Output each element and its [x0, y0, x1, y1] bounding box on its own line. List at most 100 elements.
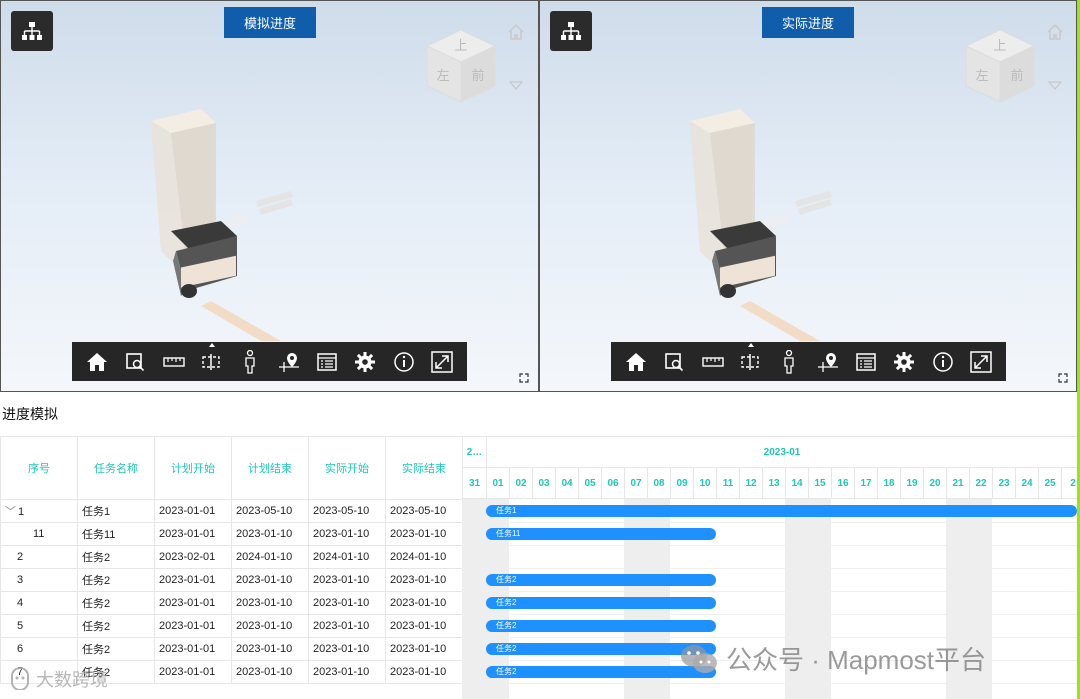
cell-actual-end: 2024-01-10 [385, 545, 463, 569]
day-label: 23 [992, 468, 1015, 499]
cell-actual-end: 2023-05-10 [385, 499, 463, 523]
table-row[interactable]: 3 任务2 2023-01-01 2023-01-10 2023-01-10 2023-0… [0, 568, 463, 592]
cell-task-name: 任务2 [77, 614, 155, 638]
day-label: 08 [647, 468, 670, 499]
cell-task-name: 任务2 [77, 545, 155, 569]
cell-actual-end: 2023-01-10 [385, 591, 463, 615]
section-box-icon[interactable] [662, 350, 686, 374]
task-table: 序号 任务名称 计划开始 计划结束 实际开始 实际结束 ﹀ 1 任务1 2023-01… [0, 436, 463, 684]
day-label: 17 [854, 468, 877, 499]
list-panel-icon[interactable] [854, 350, 878, 374]
table-row[interactable]: 2 任务2 2023-02-01 2024-01-10 2024-01-10 2024-0… [0, 545, 463, 569]
measure-ruler-icon[interactable] [162, 350, 186, 374]
view-home-icon[interactable] [1046, 23, 1064, 41]
task-bar[interactable]: 任务11 [486, 528, 716, 540]
building-model [690, 109, 832, 341]
row-divider [462, 637, 1077, 638]
expand-corner-icon[interactable] [519, 373, 529, 383]
info-icon[interactable] [392, 350, 416, 374]
cell-task-name: 任务2 [77, 568, 155, 592]
col-header-actual-start[interactable]: 实际开始 [308, 436, 386, 500]
cell-index: 2 [0, 545, 78, 569]
tree-icon [561, 22, 581, 40]
cell-index: 4 [0, 591, 78, 615]
measure-ruler-icon[interactable] [701, 350, 725, 374]
day-label: 12 [739, 468, 762, 499]
col-header-task-name[interactable]: 任务名称 [77, 436, 155, 500]
list-panel-icon[interactable] [315, 350, 339, 374]
view-home-icon[interactable] [507, 23, 525, 41]
view-cube[interactable]: 上 左 前 [421, 26, 501, 106]
viewer-simulated[interactable]: 模拟进度 上 左 前 [0, 0, 539, 392]
fullscreen-icon[interactable] [430, 350, 454, 374]
task-bar[interactable]: 任务2 [486, 574, 716, 586]
chevron-down-icon[interactable]: ﹀ [5, 506, 16, 518]
cell-index: 5 [0, 614, 78, 638]
day-label: 19 [900, 468, 923, 499]
cell-plan-start: 2023-01-01 [154, 614, 232, 638]
section-plane-icon[interactable] [739, 342, 763, 374]
col-header-plan-end[interactable]: 计划结束 [231, 436, 309, 500]
cell-actual-start: 2023-05-10 [308, 499, 386, 523]
cell-plan-end: 2023-05-10 [231, 499, 309, 523]
day-label: 15 [808, 468, 831, 499]
task-bar[interactable]: 任务1 [486, 505, 1077, 517]
col-header-plan-start[interactable]: 计划开始 [154, 436, 232, 500]
view-cube[interactable]: 上 左 前 [960, 26, 1040, 106]
fullscreen-icon[interactable] [969, 350, 993, 374]
watermark-brand-text: 大数跨境 [36, 670, 108, 690]
watermark-brand: 大数跨境 [8, 666, 108, 692]
cell-plan-start: 2023-01-01 [154, 637, 232, 661]
model-tree-button[interactable] [550, 11, 592, 51]
cell-actual-end: 2023-01-10 [385, 568, 463, 592]
person-walk-icon[interactable] [238, 349, 262, 374]
cube-top-label: 上 [454, 39, 467, 54]
home-icon[interactable] [624, 350, 648, 374]
viewer-toolbar [611, 342, 1006, 381]
cell-actual-start: 2023-01-10 [308, 522, 386, 546]
cube-left-label: 左 [975, 69, 988, 84]
person-walk-icon[interactable] [777, 349, 801, 374]
task-bar[interactable]: 任务2 [486, 597, 716, 609]
table-row[interactable]: 5 任务2 2023-01-01 2023-01-10 2023-01-10 2023-0… [0, 614, 463, 638]
settings-gear-icon[interactable] [892, 350, 916, 374]
task-bar[interactable]: 任务2 [486, 620, 716, 632]
cell-index: 3 [0, 568, 78, 592]
table-row[interactable]: 6 任务2 2023-01-01 2023-01-10 2023-01-10 2023-0… [0, 637, 463, 661]
cell-plan-start: 2023-02-01 [154, 545, 232, 569]
tree-icon [22, 22, 42, 40]
cell-plan-start: 2023-01-01 [154, 568, 232, 592]
day-label: 02 [509, 468, 532, 499]
viewer-actual[interactable]: 实际进度 上 左 前 [539, 0, 1077, 392]
day-label: 2 [1061, 468, 1077, 499]
table-row[interactable]: 11 任务11 2023-01-01 2023-01-10 2023-01-10 2023… [0, 522, 463, 546]
location-pin-icon[interactable] [277, 350, 301, 374]
section-box-icon[interactable] [123, 350, 147, 374]
location-pin-icon[interactable] [816, 350, 840, 374]
day-label: 04 [555, 468, 578, 499]
table-row[interactable]: ﹀ 1 任务1 2023-01-01 2023-05-10 2023-05-10 2023-… [0, 499, 463, 523]
cell-plan-end: 2024-01-10 [231, 545, 309, 569]
day-label: 06 [601, 468, 624, 499]
cell-actual-start: 2023-01-10 [308, 660, 386, 684]
cell-index: 11 [0, 522, 78, 546]
settings-gear-icon[interactable] [353, 350, 377, 374]
cell-index: ﹀ 1 [0, 499, 78, 523]
view-menu-triangle-icon[interactable] [1048, 81, 1062, 91]
row-divider [462, 545, 1077, 546]
viewer-toolbar [72, 342, 467, 381]
col-header-index[interactable]: 序号 [0, 436, 78, 500]
model-tree-button[interactable] [11, 11, 53, 51]
day-label: 22 [969, 468, 992, 499]
home-icon[interactable] [85, 350, 109, 374]
cell-plan-end: 2023-01-10 [231, 637, 309, 661]
section-plane-icon[interactable] [200, 342, 224, 374]
info-icon[interactable] [931, 350, 955, 374]
viewer-title: 实际进度 [762, 7, 854, 38]
table-row[interactable]: 4 任务2 2023-01-01 2023-01-10 2023-01-10 2023-0… [0, 591, 463, 615]
day-label: 07 [624, 468, 647, 499]
col-header-actual-end[interactable]: 实际结束 [385, 436, 463, 500]
view-menu-triangle-icon[interactable] [509, 81, 523, 91]
cell-actual-start: 2024-01-10 [308, 545, 386, 569]
expand-corner-icon[interactable] [1058, 373, 1068, 383]
